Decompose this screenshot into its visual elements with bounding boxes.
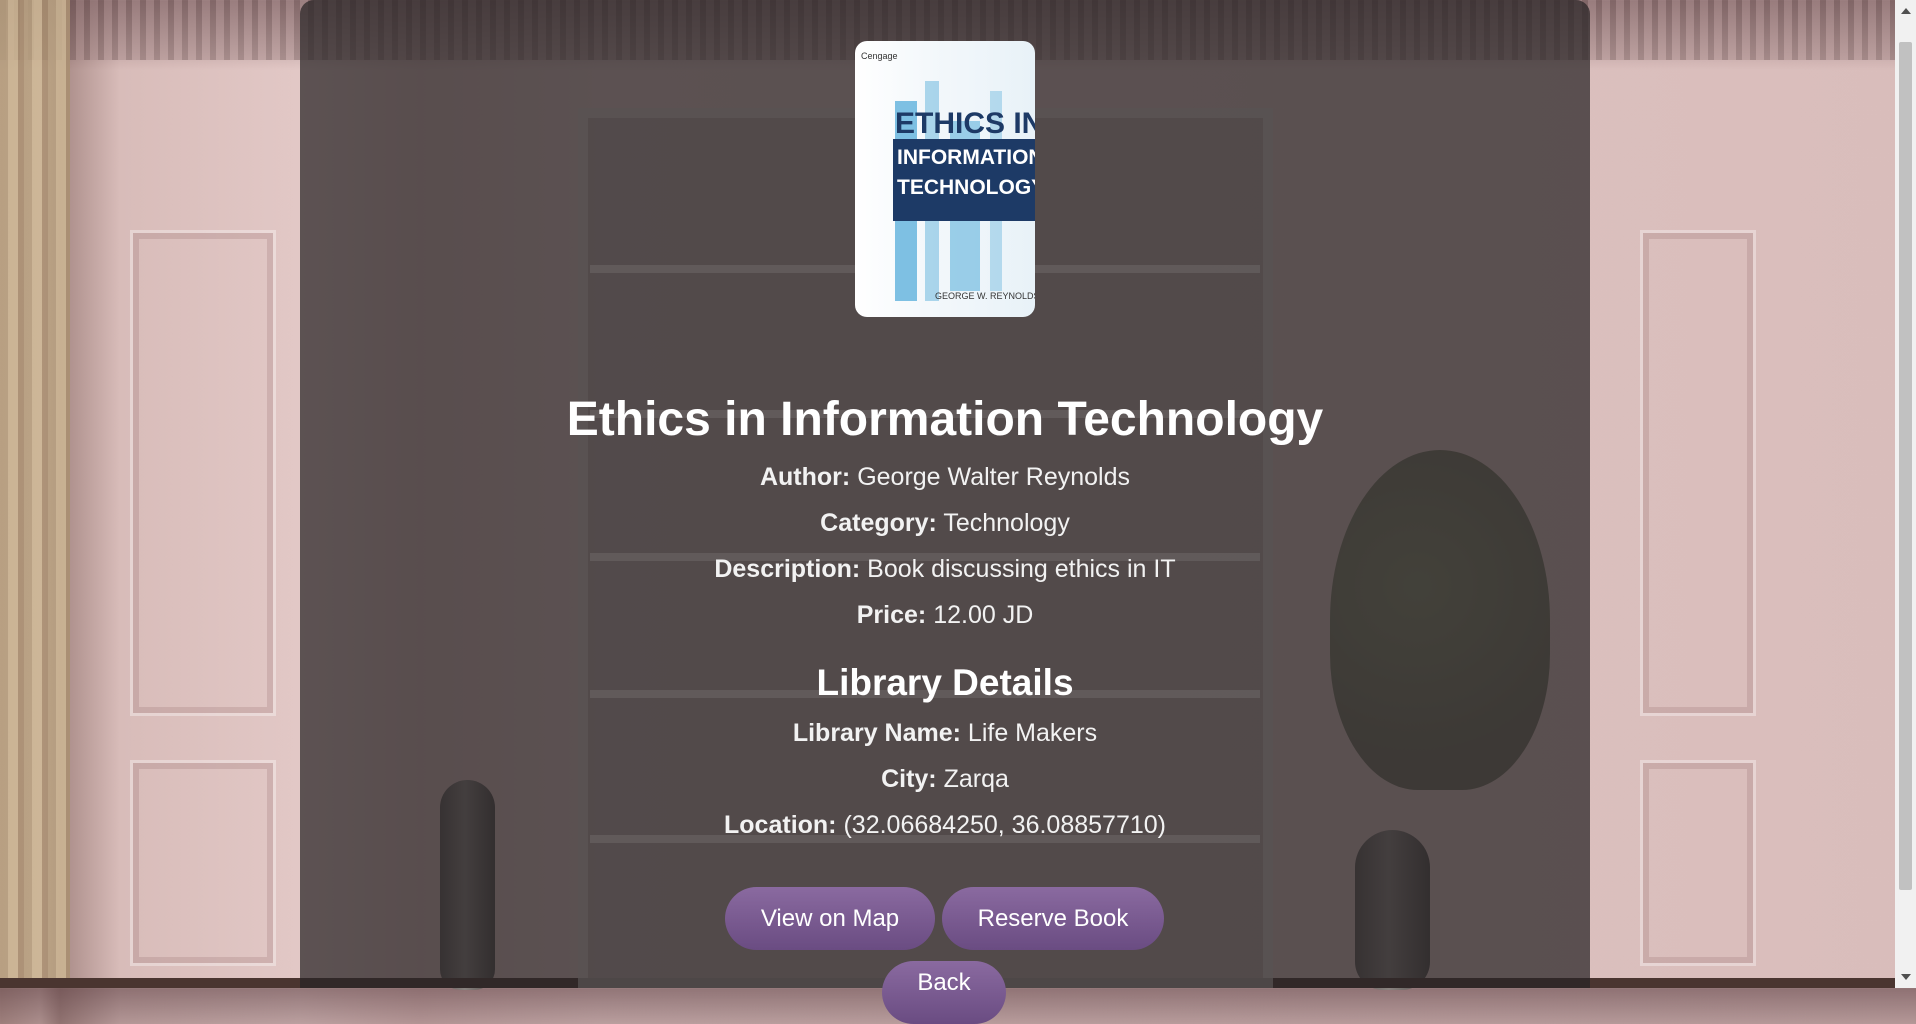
library-name-label: Library Name: — [792, 719, 961, 747]
city-row: City: Zarqa — [300, 763, 1590, 795]
reserve-book-button[interactable]: Reserve Book — [942, 887, 1164, 950]
library-details-heading: Library Details — [816, 662, 1074, 703]
price-row: Price: 12.00 JD — [300, 599, 1590, 631]
price-label: Price: — [856, 601, 927, 629]
city-value: Zarqa — [943, 765, 1009, 793]
city-label: City: — [881, 765, 937, 793]
description-label: Description: — [714, 555, 861, 583]
author-row: Author: George Walter Reynolds — [300, 461, 1590, 493]
description-row: Description: Book discussing ethics in I… — [300, 553, 1590, 585]
location-value: (32.06684250, 36.08857710) — [843, 811, 1166, 839]
back-button[interactable]: Back — [882, 961, 1006, 1024]
wall-panel — [1640, 230, 1756, 716]
scroll-down-icon[interactable] — [1901, 974, 1911, 980]
view-on-map-button[interactable]: View on Map — [725, 887, 935, 950]
wall-panel — [130, 230, 276, 716]
page-scrollbar[interactable] — [1895, 0, 1916, 988]
location-label: Location: — [724, 811, 837, 839]
description-value: Book discussing ethics in IT — [867, 555, 1176, 583]
book-info: Ethics in Information Technology Author:… — [300, 0, 1590, 988]
category-row: Category: Technology — [300, 507, 1590, 539]
wall-panel — [1640, 760, 1756, 966]
library-name-row: Library Name: Life Makers — [300, 717, 1590, 749]
author-value: George Walter Reynolds — [857, 463, 1130, 491]
category-value: Technology — [943, 509, 1070, 537]
scrollbar-thumb[interactable] — [1899, 42, 1912, 890]
location-row: Location: (32.06684250, 36.08857710) — [300, 809, 1590, 841]
wall-panel — [130, 760, 276, 966]
price-value: 12.00 JD — [933, 601, 1034, 629]
category-label: Category: — [820, 509, 937, 537]
author-label: Author: — [759, 463, 851, 491]
scroll-up-icon[interactable] — [1901, 8, 1911, 14]
library-name-value: Life Makers — [967, 719, 1098, 747]
curtain — [0, 0, 70, 988]
book-title: Ethics in Information Technology — [566, 393, 1324, 446]
